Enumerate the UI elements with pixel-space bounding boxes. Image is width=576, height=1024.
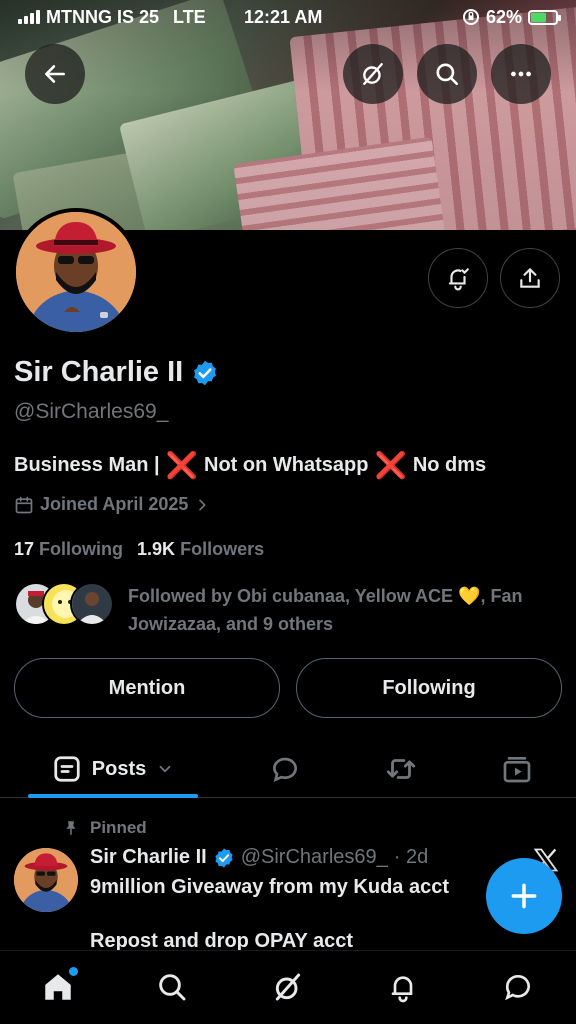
- notifications-button[interactable]: [428, 248, 488, 308]
- profile-bio: Business Man | ❌ Not on Whatsapp ❌ No dm…: [14, 452, 486, 478]
- followed-by[interactable]: Followed by Obi cubanaa, Yellow ACE 💛, F…: [14, 582, 548, 638]
- profile-banner[interactable]: [0, 0, 576, 230]
- carrier-name: MTNNG IS 25: [46, 6, 160, 27]
- post-time: · 2d: [393, 846, 429, 868]
- following-button[interactable]: Following: [296, 658, 562, 718]
- more-icon: [511, 71, 531, 77]
- share-button[interactable]: [500, 248, 560, 308]
- tab-posts-label: Posts: [91, 757, 147, 780]
- followers-count: 1.9K: [137, 539, 176, 559]
- joined-date[interactable]: Joined April 2025: [14, 494, 210, 515]
- avatar-illustration: [16, 212, 136, 332]
- search-icon: [159, 974, 186, 1001]
- tab-replies[interactable]: [258, 740, 312, 798]
- following-label: Following: [39, 539, 124, 559]
- back-button[interactable]: [25, 44, 85, 104]
- pinned-indicator: Pinned: [62, 818, 147, 838]
- plus-icon: [511, 883, 537, 909]
- signal-icon: [18, 10, 40, 24]
- tab-posts[interactable]: Posts: [28, 740, 198, 798]
- bottom-navigation: [0, 950, 576, 1024]
- more-button[interactable]: [491, 44, 551, 104]
- nav-home[interactable]: [38, 967, 78, 1007]
- profile-avatar[interactable]: [12, 208, 140, 336]
- search-icon: [436, 63, 459, 86]
- post-author-name[interactable]: Sir Charlie II: [90, 846, 207, 869]
- repost-icon: [386, 759, 416, 779]
- followers-count-link[interactable]: 1.9K Followers: [137, 539, 264, 560]
- reply-icon: [272, 757, 297, 783]
- pin-icon: [66, 821, 76, 835]
- grok-icon: [363, 63, 383, 85]
- chevron-down-icon: [159, 765, 171, 773]
- nav-messages[interactable]: [498, 967, 538, 1007]
- grok-icon: [275, 973, 301, 1001]
- status-bar: MTNNG IS 25 LTE 12:21 AM 62%: [0, 0, 576, 34]
- notification-dot: [69, 967, 78, 976]
- banner-overlay: [0, 0, 576, 230]
- post-author-handle[interactable]: @SirCharles69_: [241, 846, 388, 869]
- share-icon: [520, 268, 540, 288]
- followers-label: Followers: [180, 539, 265, 559]
- compose-post-button[interactable]: [486, 858, 562, 934]
- post-author-avatar[interactable]: [14, 848, 78, 912]
- profile-name: Sir Charlie II: [14, 356, 219, 389]
- battery-percent: 62%: [485, 6, 522, 27]
- bell-icon: [391, 976, 413, 1003]
- orientation-lock-icon: [462, 9, 479, 25]
- grok-button[interactable]: [343, 44, 403, 104]
- post-header: Sir Charlie II @SirCharles69_ · 2d: [90, 846, 428, 869]
- follow-counts: 17 Following 1.9K Followers: [14, 539, 264, 560]
- tab-reposts[interactable]: [374, 740, 428, 798]
- mention-button[interactable]: Mention: [14, 658, 280, 718]
- calendar-icon: [15, 496, 33, 513]
- back-arrow-icon: [45, 65, 65, 83]
- bio-text: Business Man |: [14, 453, 160, 476]
- profile-tabs: Posts: [0, 740, 576, 798]
- nav-notifications[interactable]: [383, 967, 423, 1007]
- active-tab-indicator: [28, 794, 198, 798]
- cross-mark-icon: ❌: [374, 450, 407, 480]
- battery-icon: [528, 9, 561, 25]
- bio-text: Not on Whatsapp: [204, 453, 369, 476]
- network-type: LTE: [173, 6, 206, 27]
- nav-search[interactable]: [152, 967, 192, 1007]
- verified-badge-icon: [215, 847, 233, 868]
- chat-icon: [505, 975, 530, 1001]
- bell-add-icon: [448, 268, 469, 291]
- posts-icon: [54, 756, 80, 782]
- verified-badge-icon: [194, 360, 217, 385]
- nav-grok[interactable]: [268, 967, 308, 1007]
- profile-handle: @SirCharles69_: [14, 400, 169, 423]
- cross-mark-icon: ❌: [165, 450, 199, 480]
- video-icon: [503, 757, 531, 783]
- chevron-right-icon: [199, 499, 206, 510]
- profile-name-text: Sir Charlie II: [14, 356, 184, 388]
- bio-text: No dms: [412, 453, 487, 476]
- tab-media[interactable]: [490, 740, 544, 798]
- following-count: 17: [14, 539, 35, 559]
- search-button[interactable]: [417, 44, 477, 104]
- following-count-link[interactable]: 17 Following: [14, 539, 123, 560]
- followed-by-text: Followed by Obi cubanaa, Yellow ACE 💛, F…: [128, 586, 523, 634]
- pinned-label: Pinned: [90, 818, 147, 837]
- follower-avatar: [70, 582, 114, 626]
- post-text-line: 9million Giveaway from my Kuda acct: [90, 876, 450, 898]
- joined-text: Joined April 2025: [40, 494, 189, 514]
- clock: 12:21 AM: [244, 6, 323, 27]
